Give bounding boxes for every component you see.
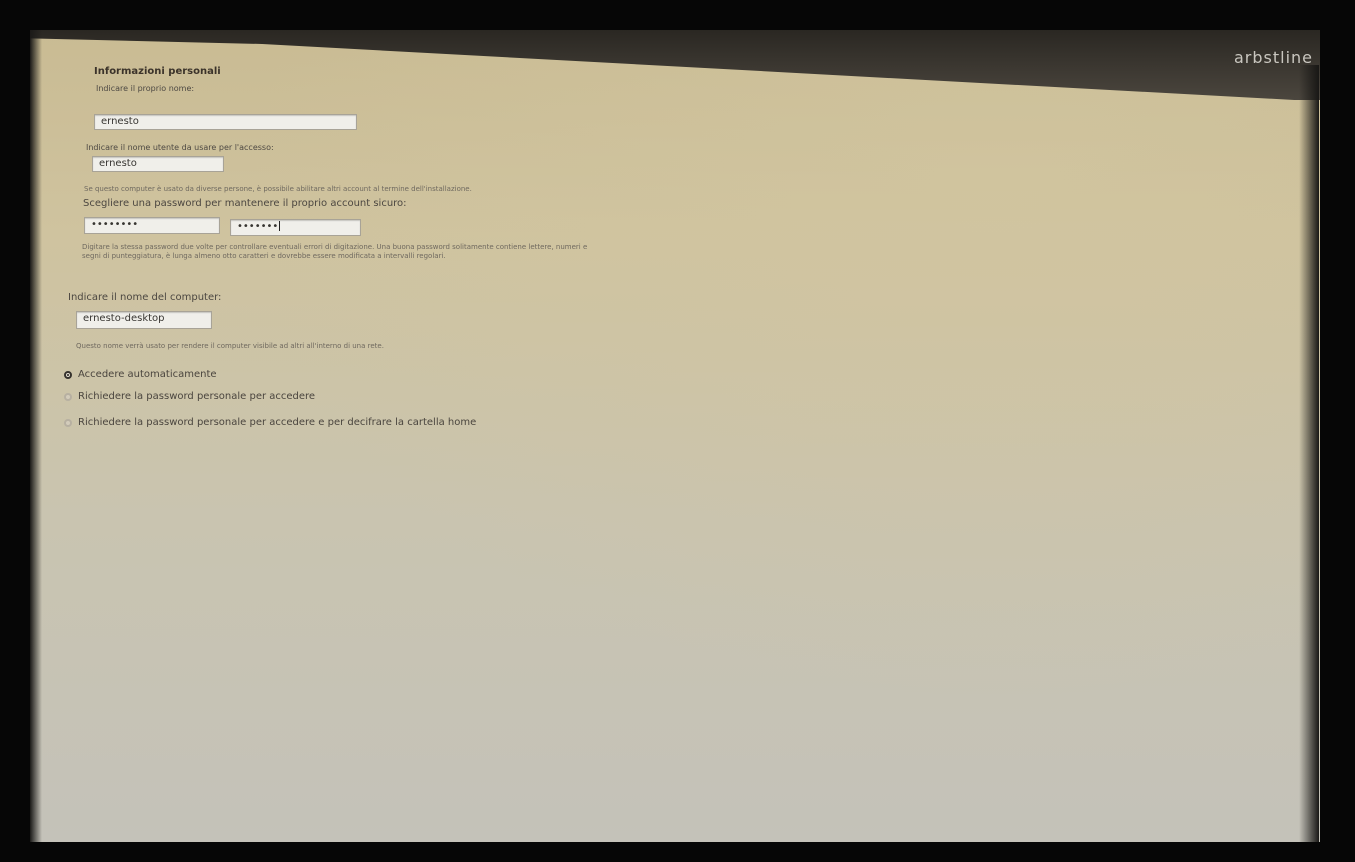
radio-unselected-icon[interactable]: [64, 418, 72, 427]
section-title: Informazioni personali: [94, 66, 221, 77]
password-confirm-value: •••••••: [237, 221, 279, 232]
password-help: Digitare la stessa password due volte pe…: [82, 243, 588, 260]
screen-right-edge: [1299, 65, 1319, 842]
login-option-password[interactable]: Richiedere la password personale per acc…: [64, 391, 315, 402]
name-input[interactable]: ernesto: [94, 114, 357, 130]
username-label: Indicare il nome utente da usare per l'a…: [86, 143, 274, 152]
login-option-auto[interactable]: Accedere automaticamente: [64, 369, 217, 380]
computer-name-label: Indicare il nome del computer:: [68, 292, 222, 303]
radio-unselected-icon[interactable]: [64, 392, 72, 401]
computer-name-help: Questo nome verrà usato per rendere il c…: [76, 342, 384, 350]
login-option-password-encrypt-home[interactable]: Richiedere la password personale per acc…: [64, 417, 476, 428]
login-option-label: Accedere automaticamente: [78, 369, 217, 380]
login-option-label: Richiedere la password personale per acc…: [78, 391, 316, 402]
text-cursor: [279, 221, 281, 231]
password-confirm-input[interactable]: •••••••: [230, 219, 361, 236]
name-label: Indicare il proprio nome:: [96, 84, 195, 93]
username-input[interactable]: ernesto: [92, 156, 224, 172]
computer-name-input[interactable]: ernesto-desktop: [76, 311, 212, 329]
photo-frame: Informazioni personali Indicare il propr…: [0, 0, 1355, 862]
password-label: Scegliere una password per mantenere il …: [83, 198, 407, 209]
password-input[interactable]: ••••••••: [84, 217, 220, 234]
login-option-label: Richiedere la password personale per acc…: [78, 417, 477, 428]
username-help: Se questo computer è usato da diverse pe…: [84, 185, 472, 193]
monitor-screen: Informazioni personali Indicare il propr…: [30, 30, 1320, 842]
screen-left-edge: [30, 30, 42, 842]
radio-selected-icon[interactable]: [64, 370, 72, 379]
